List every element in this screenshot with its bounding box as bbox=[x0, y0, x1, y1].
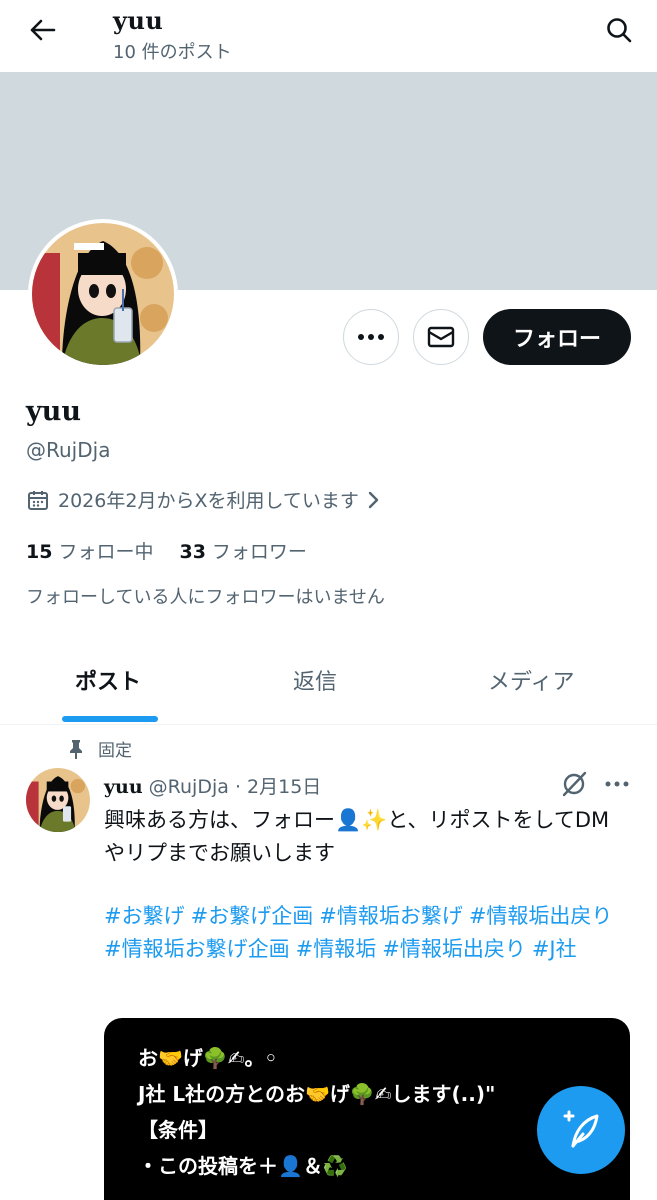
post-author-handle[interactable]: @RujDja bbox=[149, 776, 229, 798]
followers-label: フォロワー bbox=[211, 541, 307, 563]
arrow-left-icon bbox=[30, 19, 56, 41]
active-tab-indicator bbox=[62, 716, 158, 722]
followers-count: 33 bbox=[179, 541, 206, 563]
followers-link[interactable]: 33 フォロワー bbox=[179, 537, 306, 564]
following-label: フォロー中 bbox=[58, 541, 154, 563]
profile-tabs: ポスト 返信 メディア bbox=[0, 640, 657, 725]
post-separator: · bbox=[234, 776, 241, 798]
post-date[interactable]: 2月15日 bbox=[247, 776, 321, 798]
hashtag-link[interactable]: #情報垢 bbox=[296, 937, 377, 961]
hashtag-link[interactable]: #情報垢出戻り bbox=[469, 904, 613, 928]
joined-text: 2026年2月からXを利用しています bbox=[58, 490, 359, 512]
back-button[interactable] bbox=[22, 14, 62, 46]
header-title: yuu bbox=[113, 6, 164, 35]
search-icon bbox=[607, 18, 632, 43]
hashtag-link[interactable]: #お繋げ企画 bbox=[191, 904, 314, 928]
pinned-label: 固定 bbox=[98, 741, 132, 761]
envelope-icon bbox=[427, 326, 455, 348]
compose-post-button[interactable] bbox=[537, 1086, 625, 1174]
chevron-right-icon bbox=[368, 491, 379, 508]
following-link[interactable]: 15 フォロー中 bbox=[26, 537, 153, 564]
pin-icon bbox=[70, 739, 82, 759]
joined-date[interactable]: 2026年2月からXを利用しています bbox=[26, 486, 381, 513]
profile-avatar[interactable] bbox=[28, 219, 178, 369]
hashtag-link[interactable]: #J社 bbox=[532, 937, 577, 961]
grok-icon bbox=[562, 771, 587, 797]
post-count: 10 件のポスト bbox=[113, 42, 232, 63]
tab-media[interactable]: メディア bbox=[488, 664, 574, 696]
image-text-line: お🤝げ🌳✍。◦ bbox=[138, 1046, 278, 1070]
more-horizontal-icon bbox=[605, 781, 629, 787]
more-horizontal-icon bbox=[358, 334, 384, 340]
profile-handle: @RujDja bbox=[26, 438, 111, 462]
post-header: yuu @RujDja · 2月15日 bbox=[104, 772, 321, 799]
top-bar: yuu 10 件のポスト bbox=[0, 0, 657, 72]
post-avatar[interactable] bbox=[26, 768, 90, 832]
tab-replies[interactable]: 返信 bbox=[293, 664, 337, 696]
post-author-name[interactable]: yuu bbox=[104, 776, 143, 798]
compose-feather-icon bbox=[563, 1110, 599, 1148]
avatar-image bbox=[32, 223, 174, 365]
hashtag-link[interactable]: #情報垢出戻り bbox=[382, 937, 526, 961]
post-hashtags: #お繋げ #お繋げ企画 #情報垢お繋げ #情報垢出戻り#情報垢お繋げ企画 #情報垢 #情報… bbox=[104, 900, 634, 966]
profile-name: yuu bbox=[26, 396, 81, 427]
follow-stats: 15 フォロー中 33 フォロワー bbox=[26, 537, 307, 564]
search-button[interactable] bbox=[601, 12, 637, 48]
post-text: 興味ある方は、フォロー👤✨と、リポストをしてDMやリプまでお願いします bbox=[104, 808, 610, 865]
hashtag-link[interactable]: #お繋げ bbox=[104, 904, 185, 928]
hashtag-link[interactable]: #情報垢お繋げ企画 bbox=[104, 937, 290, 961]
grok-button[interactable] bbox=[560, 770, 588, 798]
direct-message-button[interactable] bbox=[413, 309, 469, 365]
follow-button[interactable]: フォロー bbox=[483, 309, 631, 365]
pinned-indicator: 固定 bbox=[66, 736, 132, 761]
avatar-image bbox=[26, 768, 90, 832]
mutual-followers-note: フォローしている人にフォロワーはいません bbox=[26, 587, 385, 608]
tab-posts[interactable]: ポスト bbox=[75, 664, 141, 696]
calendar-icon bbox=[28, 490, 48, 510]
following-count: 15 bbox=[26, 541, 53, 563]
hashtag-link[interactable]: #情報垢お繋げ bbox=[319, 904, 463, 928]
post-more-button[interactable] bbox=[602, 770, 632, 798]
more-options-button[interactable] bbox=[343, 309, 399, 365]
